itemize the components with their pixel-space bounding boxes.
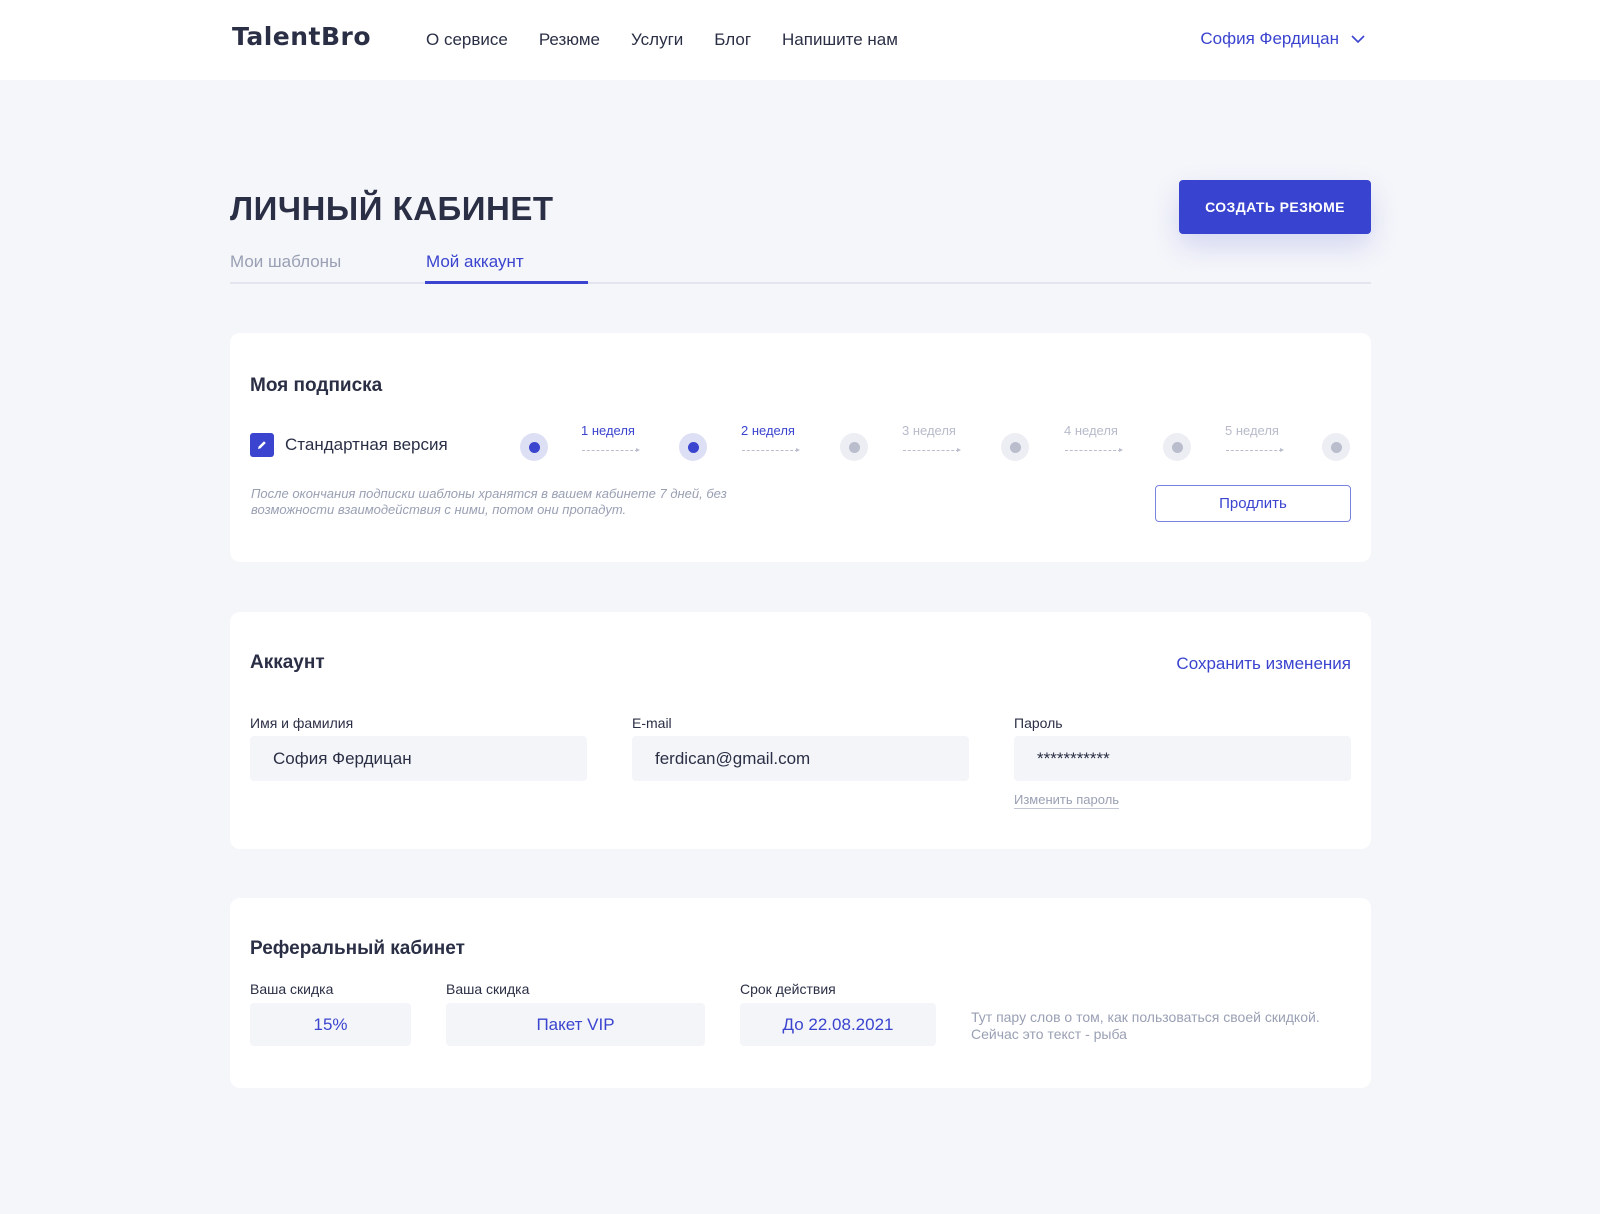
tab-my-templates[interactable]: Мои шаблоны [230, 252, 341, 272]
email-field[interactable] [632, 736, 969, 781]
validity-value: До 22.08.2021 [740, 1003, 936, 1046]
timeline-dot [1322, 433, 1350, 461]
referral-hint: Тут пару слов о том, как пользоваться св… [971, 1009, 1320, 1042]
timeline-connector [742, 448, 800, 452]
nav-item-blog[interactable]: Блог [714, 30, 751, 50]
timeline-dot [679, 433, 707, 461]
account-title: Аккаунт [250, 652, 325, 673]
tab-bar: Мои шаблоны Мой аккаунт [230, 252, 1371, 284]
timeline-connector [903, 448, 961, 452]
plan-info: Стандартная версия [250, 433, 448, 457]
password-label: Пароль [1014, 715, 1063, 731]
subscription-note: После окончания подписки шаблоны хранятс… [251, 486, 727, 517]
nav-item-resume[interactable]: Резюме [539, 30, 600, 50]
name-label: Имя и фамилия [250, 715, 354, 731]
package-label: Ваша скидка [446, 981, 530, 997]
package-value: Пакет VIP [446, 1003, 705, 1046]
nav-item-services[interactable]: Услуги [631, 30, 683, 50]
password-field[interactable] [1014, 736, 1351, 781]
user-menu[interactable]: София Фердицан [1200, 29, 1365, 49]
tab-my-account[interactable]: Мой аккаунт [426, 252, 524, 272]
timeline-connector [582, 448, 640, 452]
nav-item-contact[interactable]: Напишите нам [782, 30, 898, 50]
change-password-link[interactable]: Изменить пароль [1014, 792, 1120, 809]
pencil-icon [250, 433, 274, 457]
create-resume-button[interactable]: СОЗДАТЬ РЕЗЮМЕ [1179, 180, 1371, 234]
subscription-card: Моя подписка Стандартная версия 1 неделя… [230, 333, 1371, 562]
extend-subscription-button[interactable]: Продлить [1155, 485, 1351, 522]
subscription-timeline: 1 неделя 2 неделя 3 неделя 4 неделя 5 не… [520, 423, 1350, 463]
timeline-week-label: 2 неделя [741, 423, 795, 438]
name-field[interactable] [250, 736, 587, 781]
referral-title: Реферальный кабинет [250, 938, 465, 959]
user-name: София Фердицан [1200, 29, 1339, 48]
nav-item-about[interactable]: О сервисе [426, 30, 508, 50]
timeline-connector [1065, 448, 1123, 452]
chevron-down-icon [1351, 34, 1365, 44]
timeline-week-label: 1 неделя [581, 423, 635, 438]
timeline-week-label: 4 неделя [1064, 423, 1118, 438]
timeline-dot [1163, 433, 1191, 461]
account-card: Аккаунт Сохранить изменения Имя и фамили… [230, 612, 1371, 849]
timeline-week-label: 5 неделя [1225, 423, 1279, 438]
timeline-connector [1226, 448, 1284, 452]
timeline-dot [840, 433, 868, 461]
discount-value: 15% [250, 1003, 411, 1046]
timeline-week-label: 3 неделя [902, 423, 956, 438]
discount-label: Ваша скидка [250, 981, 334, 997]
validity-label: Срок действия [740, 981, 836, 997]
email-label: E-mail [632, 715, 672, 731]
top-header: TalentBro О сервисе Резюме Услуги Блог Н… [0, 0, 1600, 80]
plan-name: Стандартная версия [285, 435, 448, 454]
main-nav: О сервисе Резюме Услуги Блог Напишите на… [426, 30, 929, 50]
referral-card: Реферальный кабинет Ваша скидка 15% Ваша… [230, 898, 1371, 1088]
subscription-title: Моя подписка [250, 375, 383, 396]
page-title: ЛИЧНЫЙ КАБИНЕТ [230, 190, 554, 227]
timeline-dot [1001, 433, 1029, 461]
active-tab-indicator [425, 281, 588, 284]
timeline-dot [520, 433, 548, 461]
logo[interactable]: TalentBro [232, 22, 371, 51]
save-changes-link[interactable]: Сохранить изменения [1176, 654, 1351, 674]
